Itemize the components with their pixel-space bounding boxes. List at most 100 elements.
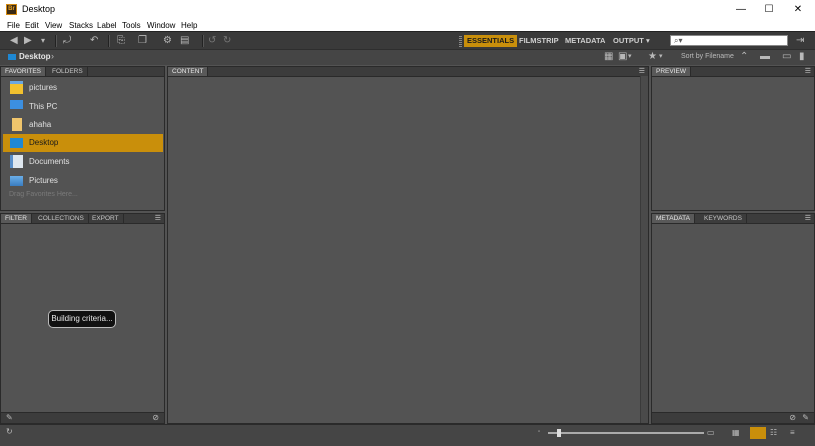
edit-icon[interactable]: ✎ bbox=[802, 413, 809, 422]
rotate-icon[interactable]: ↶ bbox=[90, 35, 98, 47]
panel-footer: ✎ ⊘ bbox=[1, 412, 164, 423]
favorite-pictures-2[interactable]: Pictures bbox=[3, 172, 163, 190]
metadata-panel: METADATA KEYWORDS ☰ ⊘ ✎ bbox=[651, 213, 815, 424]
folder-icon bbox=[8, 54, 16, 60]
clear-filter-icon[interactable]: ⊘ bbox=[152, 413, 159, 422]
star-filter-icon[interactable]: ★ bbox=[648, 51, 657, 63]
panel-tabs: METADATA KEYWORDS ☰ bbox=[652, 214, 814, 224]
status-bar: ↻ ▫ ▭ ▦ ☷ ≡ bbox=[0, 424, 815, 446]
favorite-label: Pictures bbox=[29, 176, 58, 185]
open-icon[interactable]: ▤ bbox=[180, 35, 189, 47]
list-view-icon[interactable]: ≡ bbox=[790, 428, 795, 437]
tab-metadata[interactable]: METADATA bbox=[652, 214, 695, 223]
path-bar: Desktop › ▦ ▣ ▾ ★ ▾ Sort by Filename ⌃ ▬… bbox=[0, 49, 815, 65]
sort-direction-icon[interactable]: ⌃ bbox=[740, 51, 748, 63]
forward-arrow-icon[interactable]: ▶ bbox=[24, 35, 32, 47]
drop-hint: Drag Favorites Here... bbox=[9, 191, 78, 198]
thumbnail-size-slider[interactable] bbox=[548, 432, 704, 434]
menu-label[interactable]: Label bbox=[97, 21, 117, 30]
panel-menu-icon[interactable]: ☰ bbox=[155, 214, 161, 223]
window-title: Desktop bbox=[22, 4, 56, 14]
chevron-down-icon[interactable]: ▾ bbox=[659, 51, 663, 63]
close-button[interactable]: ✕ bbox=[783, 0, 813, 20]
favorite-ahaha[interactable]: ahaha bbox=[3, 116, 163, 134]
workspace-filmstrip[interactable]: FILMSTRIP bbox=[516, 35, 562, 47]
documents-icon bbox=[10, 155, 23, 168]
favorite-desktop[interactable]: Desktop bbox=[3, 134, 163, 152]
desktop-icon bbox=[10, 138, 23, 148]
panel-menu-icon[interactable]: ☰ bbox=[805, 214, 811, 223]
app-icon: Br bbox=[6, 4, 17, 15]
chevron-down-icon[interactable]: ▾ bbox=[628, 51, 632, 63]
menu-tools[interactable]: Tools bbox=[122, 21, 141, 30]
tab-keywords[interactable]: KEYWORDS bbox=[700, 214, 747, 223]
toolbar-separator bbox=[55, 35, 57, 47]
delete-icon[interactable]: ▮ bbox=[799, 51, 805, 63]
thumbnail-view-button[interactable] bbox=[750, 427, 766, 439]
favorite-documents[interactable]: Documents bbox=[3, 153, 163, 171]
panel-footer: ⊘ ✎ bbox=[652, 412, 814, 423]
search-options-icon[interactable]: ⇥ bbox=[796, 35, 804, 47]
view-icon[interactable]: ▦ bbox=[604, 51, 613, 63]
favorite-label: This PC bbox=[29, 102, 58, 111]
grid-view-icon[interactable]: ▦ bbox=[732, 428, 740, 437]
workspace-dropdown[interactable]: ▾ bbox=[643, 35, 653, 47]
open-recent-icon[interactable]: ▭ bbox=[782, 51, 791, 63]
chevron-right-icon[interactable]: › bbox=[51, 51, 54, 61]
menu-file[interactable]: File bbox=[7, 21, 20, 30]
settings-icon[interactable]: ⊘ bbox=[789, 413, 796, 422]
tab-collections[interactable]: COLLECTIONS bbox=[34, 214, 89, 223]
details-view-icon[interactable]: ☷ bbox=[770, 428, 777, 437]
zoom-out-icon[interactable]: ▫ bbox=[538, 429, 540, 435]
back-arrow-icon[interactable]: ◀ bbox=[10, 35, 18, 47]
menu-edit[interactable]: Edit bbox=[25, 21, 39, 30]
toolbar: ◀ ▶ ▾ ⤾ ↶ ⎘ ❐ ⚙ ▤ ↺ ↻ ESSENTIALS FILMSTR… bbox=[0, 31, 815, 50]
favorite-pictures[interactable]: pictures bbox=[3, 79, 163, 97]
copy-icon[interactable]: ❐ bbox=[138, 35, 147, 47]
rotate-right-icon[interactable]: ↻ bbox=[223, 35, 231, 47]
menu-stacks[interactable]: Stacks bbox=[69, 21, 93, 30]
camera-icon[interactable]: ⎘ bbox=[117, 35, 125, 47]
sort-dropdown[interactable]: Sort by Filename bbox=[681, 53, 734, 60]
tab-filter[interactable]: FILTER bbox=[1, 214, 32, 223]
tab-folders[interactable]: FOLDERS bbox=[48, 67, 88, 76]
library-icon bbox=[10, 81, 23, 94]
panel-tabs: FAVORITES FOLDERS bbox=[1, 67, 164, 77]
new-folder-icon[interactable]: ▬ bbox=[760, 51, 770, 63]
minimize-button[interactable]: — bbox=[726, 0, 756, 20]
pin-icon[interactable]: ✎ bbox=[6, 413, 13, 422]
rotate-left-icon[interactable]: ↺ bbox=[208, 35, 216, 47]
refine-icon[interactable]: ⚙ bbox=[163, 35, 172, 47]
favorite-this-pc[interactable]: This PC bbox=[3, 98, 163, 116]
toolbar-separator bbox=[202, 35, 204, 47]
tab-preview[interactable]: PREVIEW bbox=[652, 67, 691, 76]
zoom-in-icon[interactable]: ▭ bbox=[707, 428, 715, 437]
maximize-button[interactable]: ☐ bbox=[754, 0, 784, 20]
recent-dropdown-icon[interactable]: ▾ bbox=[41, 35, 45, 47]
title-bar: Br Desktop — ☐ ✕ bbox=[0, 0, 815, 20]
menu-bar: File Edit View Stacks Label Tools Window… bbox=[0, 20, 815, 31]
search-input[interactable]: ⌕▾ bbox=[670, 35, 788, 46]
tab-favorites[interactable]: FAVORITES bbox=[1, 67, 46, 76]
panel-menu-icon[interactable]: ☰ bbox=[639, 67, 645, 76]
favorite-label: Desktop bbox=[29, 138, 59, 147]
thumbnail-quality-icon[interactable]: ▣ bbox=[618, 51, 627, 63]
slider-handle[interactable] bbox=[557, 429, 561, 437]
toolbar-separator bbox=[108, 35, 110, 47]
boomerang-icon[interactable]: ⤾ bbox=[63, 35, 71, 47]
refresh-icon[interactable]: ↻ bbox=[6, 427, 13, 436]
preview-panel: PREVIEW ☰ bbox=[651, 66, 815, 211]
tab-content[interactable]: CONTENT bbox=[168, 67, 209, 76]
workspace-output[interactable]: OUTPUT bbox=[610, 35, 647, 47]
content-scrollbar[interactable] bbox=[640, 76, 648, 423]
workspace-grip[interactable] bbox=[459, 36, 462, 47]
panel-menu-icon[interactable]: ☰ bbox=[805, 67, 811, 76]
workspace-essentials[interactable]: ESSENTIALS bbox=[464, 35, 518, 47]
favorites-panel: FAVORITES FOLDERS pictures This PC ahaha… bbox=[0, 66, 165, 211]
workspace-metadata[interactable]: METADATA bbox=[562, 35, 608, 47]
menu-view[interactable]: View bbox=[45, 21, 62, 30]
breadcrumb[interactable]: Desktop bbox=[19, 52, 51, 61]
menu-window[interactable]: Window bbox=[147, 21, 175, 30]
menu-help[interactable]: Help bbox=[181, 21, 197, 30]
tab-export[interactable]: EXPORT bbox=[88, 214, 124, 223]
